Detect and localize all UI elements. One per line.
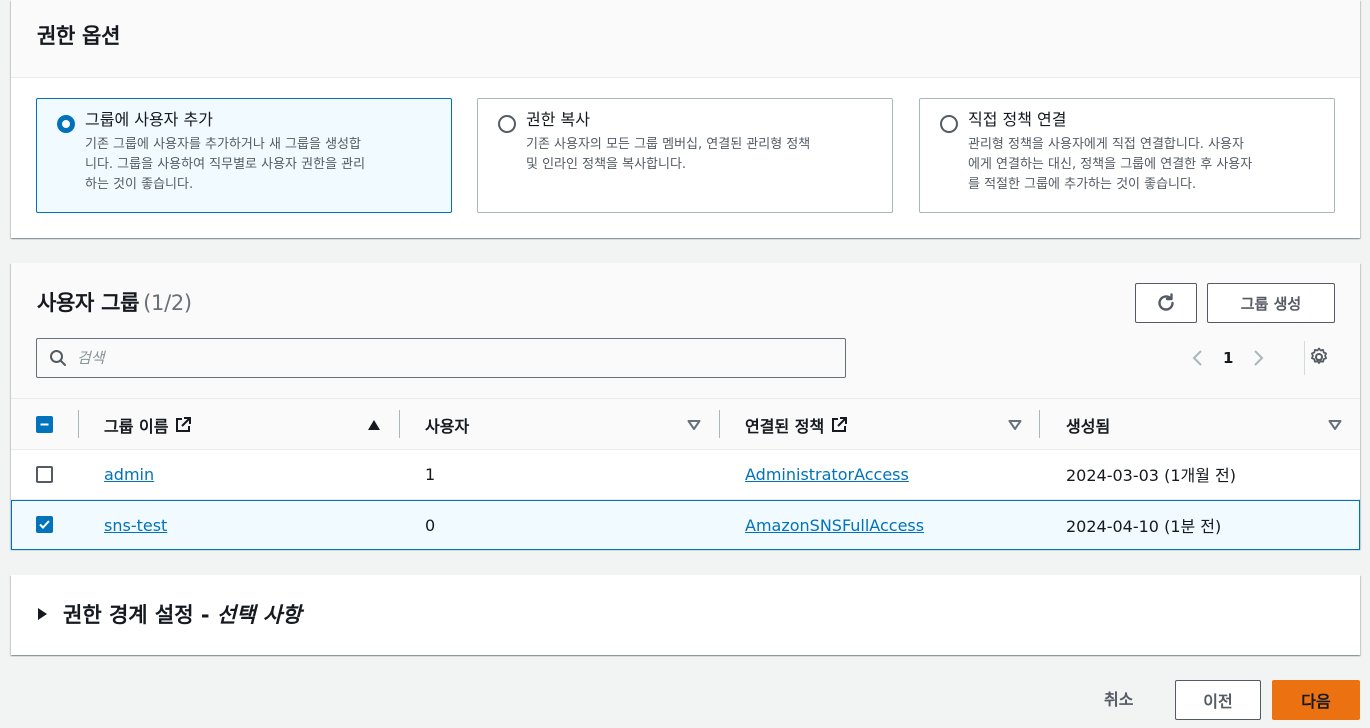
user-count: 0 — [425, 515, 436, 535]
column-divider — [399, 410, 400, 438]
option-description: 관리형 정책을 사용자에게 직접 연결합니다. 사용자 에게 연결하는 대신, … — [968, 135, 1320, 195]
external-link-icon — [176, 417, 192, 432]
option-desc-line: 에게 연결하는 대신, 정책을 그룹에 연결한 후 사용자 — [968, 157, 1253, 172]
option-description: 기존 사용자의 모든 그룹 멤버십, 연결된 관리형 정책 및 인라인 정책을 … — [526, 135, 878, 175]
caret-right-icon — [38, 608, 47, 620]
sort-icon[interactable] — [687, 419, 701, 431]
gear-icon — [1311, 347, 1327, 364]
option-desc-line: 하는 것이 좋습니다. — [85, 177, 194, 192]
select-all-checkbox[interactable] — [36, 416, 53, 433]
option-add-user-to-group[interactable]: 그룹에 사용자 추가 기존 그룹에 사용자를 추가하거나 새 그룹을 생성합 니… — [36, 98, 452, 213]
permission-boundary-panel: 권한 경계 설정 - 선택 사항 — [11, 575, 1360, 655]
policy-link[interactable]: AmazonSNSFullAccess — [745, 516, 924, 535]
column-label: 그룹 이름 — [104, 417, 169, 436]
chevron-left-icon[interactable] — [1191, 348, 1205, 368]
column-header-users[interactable]: 사용자 — [425, 399, 469, 451]
group-name-link[interactable]: admin — [104, 465, 154, 484]
created-date: 2024-03-03 (1개월 전) — [1066, 466, 1236, 485]
refresh-icon — [1158, 293, 1174, 311]
sort-icon[interactable] — [1008, 419, 1022, 431]
column-divider — [1039, 410, 1040, 438]
table-row-selected[interactable]: sns-test 0 AmazonSNSFullAccess 2024-04-1… — [11, 500, 1360, 550]
option-desc-line: 관리형 정책을 사용자에게 직접 연결합니다. 사용자 — [968, 137, 1244, 152]
refresh-button[interactable] — [1135, 283, 1197, 323]
user-groups-title: 사용자 그룹 (1/2) — [37, 287, 192, 317]
current-page[interactable]: 1 — [1223, 349, 1233, 367]
search-field[interactable] — [36, 338, 846, 378]
pagination: 1 — [1191, 343, 1265, 373]
search-icon — [50, 350, 66, 366]
previous-button[interactable]: 이전 — [1175, 680, 1261, 720]
column-header-group-name[interactable]: 그룹 이름 — [104, 399, 192, 451]
boundary-title: 권한 경계 설정 - — [63, 603, 217, 627]
option-title: 권한 복사 — [526, 110, 590, 129]
search-input[interactable] — [77, 349, 777, 367]
minus-icon — [40, 423, 49, 426]
next-button[interactable]: 다음 — [1272, 680, 1360, 720]
option-desc-line: 및 인라인 정책을 복사합니다. — [526, 157, 687, 172]
option-description: 기존 그룹에 사용자를 추가하거나 새 그룹을 생성합 니다. 그룹을 사용하여… — [85, 135, 437, 195]
option-attach-policies-directly[interactable]: 직접 정책 연결 관리형 정책을 사용자에게 직접 연결합니다. 사용자 에게 … — [919, 98, 1335, 213]
permission-options-panel: 권한 옵션 그룹에 사용자 추가 기존 그룹에 사용자를 추가하거나 새 그룹을… — [11, 0, 1360, 238]
permission-options-header: 권한 옵션 — [11, 0, 1360, 78]
column-header-created[interactable]: 생성됨 — [1066, 399, 1110, 451]
option-copy-permissions[interactable]: 권한 복사 기존 사용자의 모든 그룹 멤버십, 연결된 관리형 정책 및 인라… — [477, 98, 893, 213]
radio-selected-icon[interactable] — [57, 115, 75, 133]
table-row[interactable]: admin 1 AdministratorAccess 2024-03-03 (… — [11, 450, 1360, 500]
boundary-optional-label: 선택 사항 — [216, 603, 302, 627]
option-desc-line: 니다. 그룹을 사용하여 직무별로 사용자 권한을 관리 — [85, 157, 366, 172]
column-label: 연결된 정책 — [745, 417, 825, 436]
group-name-link[interactable]: sns-test — [104, 516, 167, 535]
row-checkbox-checked[interactable] — [36, 516, 53, 533]
option-desc-line: 기존 그룹에 사용자를 추가하거나 새 그룹을 생성합 — [85, 137, 361, 152]
column-header-attached-policies[interactable]: 연결된 정책 — [745, 399, 848, 451]
checkmark-icon — [39, 520, 50, 529]
user-count: 1 — [425, 464, 436, 484]
permission-options-title: 권한 옵션 — [37, 24, 121, 48]
user-groups-count: (1/2) — [143, 291, 192, 315]
column-divider — [719, 410, 720, 438]
radio-icon[interactable] — [940, 115, 958, 133]
sort-ascending-icon[interactable] — [367, 419, 381, 431]
table-header: 그룹 이름 사용자 연결된 정책 생성됨 — [11, 398, 1360, 450]
policy-link[interactable]: AdministratorAccess — [745, 465, 909, 484]
row-checkbox[interactable] — [36, 466, 53, 483]
option-desc-line: 기존 사용자의 모든 그룹 멤버십, 연결된 관리형 정책 — [526, 137, 811, 152]
divider — [1304, 341, 1305, 375]
permission-boundary-expander[interactable]: 권한 경계 설정 - 선택 사항 — [37, 599, 301, 629]
user-groups-title-text: 사용자 그룹 — [37, 291, 140, 315]
external-link-icon — [832, 417, 848, 432]
radio-icon[interactable] — [498, 115, 516, 133]
sort-icon[interactable] — [1328, 419, 1342, 431]
create-group-button[interactable]: 그룹 생성 — [1207, 283, 1335, 323]
option-title: 직접 정책 연결 — [968, 110, 1067, 129]
user-groups-panel: 사용자 그룹(1/2) 그룹 생성 1 — [11, 263, 1360, 550]
option-desc-line: 를 적절한 그룹에 추가하는 것이 좋습니다. — [968, 177, 1197, 192]
option-title: 그룹에 사용자 추가 — [85, 110, 213, 129]
table-settings-button[interactable] — [1308, 346, 1330, 372]
cancel-button[interactable]: 취소 — [1104, 686, 1133, 710]
column-divider — [78, 410, 79, 438]
chevron-right-icon[interactable] — [1251, 348, 1265, 368]
created-date: 2024-04-10 (1분 전) — [1066, 517, 1222, 536]
